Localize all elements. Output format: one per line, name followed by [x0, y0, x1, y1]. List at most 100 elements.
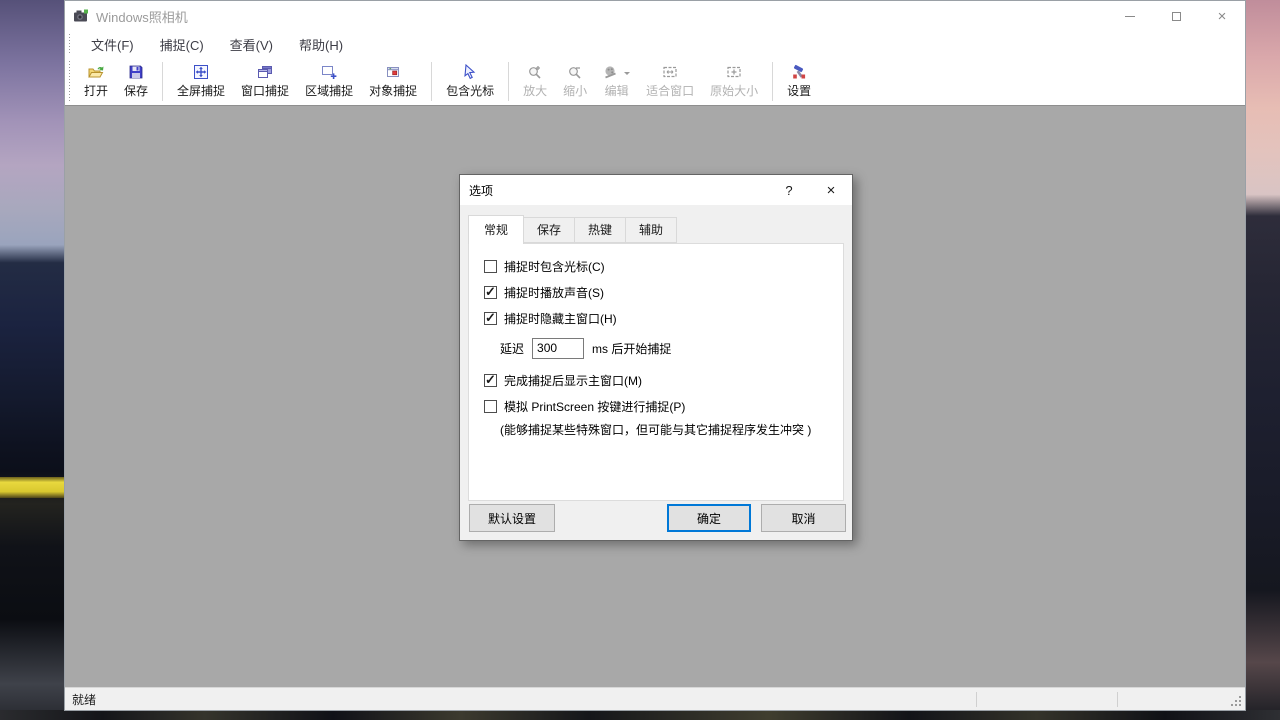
close-icon: × — [827, 182, 836, 199]
toolbar-zoom-out-label: 缩小 — [563, 82, 587, 99]
toolbar-edit-label: 编辑 — [605, 82, 629, 99]
toolbar-zoom-in-button: 放大 — [516, 60, 554, 103]
show-after-checkbox-row[interactable]: 完成捕捉后显示主窗口(M) — [484, 373, 833, 387]
play-sound-checkbox[interactable] — [484, 286, 497, 299]
wallpaper-sunset-band — [0, 477, 66, 498]
toolbar-separator — [772, 62, 773, 101]
dialog-close-button[interactable]: × — [810, 175, 852, 205]
desktop-wallpaper-right — [1245, 0, 1280, 720]
object-capture-icon — [385, 64, 401, 80]
menu-view[interactable]: 查看(V) — [219, 31, 284, 58]
toolbar-fit-window-button: 适合窗口 — [639, 60, 701, 103]
hide-window-label: 捕捉时隐藏主窗口(H) — [504, 310, 617, 327]
toolbar-separator — [162, 62, 163, 101]
simulate-printscreen-checkbox-row[interactable]: 模拟 PrintScreen 按键进行捕捉(P) — [484, 399, 833, 413]
statusbar-divider — [1117, 692, 1118, 707]
window-title: Windows照相机 — [96, 7, 1107, 26]
printscreen-note: (能够捕捉某些特殊窗口，但可能与其它捕捉程序发生冲突 ) — [500, 421, 833, 438]
window-controls: × — [1107, 1, 1245, 31]
window-capture-icon — [257, 64, 273, 80]
toolbar-zoom-in-label: 放大 — [523, 82, 547, 99]
toolbar-edit-button: 编辑 — [596, 60, 637, 103]
dialog-title-bar: 选项 ? × — [460, 175, 852, 205]
toolbar-fullscreen-capture-button[interactable]: 全屏捕捉 — [170, 60, 232, 103]
toolbar-zoom-out-button: 缩小 — [556, 60, 594, 103]
ok-button[interactable]: 确定 — [667, 504, 751, 532]
tab-save[interactable]: 保存 — [523, 217, 575, 243]
toolbar-window-capture-button[interactable]: 窗口捕捉 — [234, 60, 296, 103]
menubar-gripper[interactable] — [68, 34, 72, 55]
dialog-button-row: 默认设置 确定 取消 — [460, 504, 852, 532]
dialog-help-button[interactable]: ? — [768, 175, 810, 205]
tab-assist[interactable]: 辅助 — [625, 217, 677, 243]
hide-window-checkbox-row[interactable]: 捕捉时隐藏主窗口(H) — [484, 311, 833, 325]
toolbar-fullscreen-capture-label: 全屏捕捉 — [177, 82, 225, 99]
tab-general-page: 捕捉时包含光标(C) 捕捉时播放声音(S) 捕捉时隐藏主窗口(H) 延迟 ms … — [468, 243, 844, 501]
help-icon: ? — [785, 183, 792, 198]
toolbar-object-capture-label: 对象捕捉 — [369, 82, 417, 99]
menu-capture[interactable]: 捕捉(C) — [149, 31, 215, 58]
status-bar: 就绪 — [65, 687, 1245, 710]
delay-prefix-label: 延迟 — [500, 340, 524, 357]
camera-app-icon — [73, 8, 89, 24]
hide-window-checkbox[interactable] — [484, 312, 497, 325]
resize-grip[interactable] — [1230, 695, 1243, 708]
status-text: 就绪 — [65, 691, 96, 708]
maximize-icon — [1172, 12, 1181, 21]
toolbar-gripper[interactable] — [68, 61, 72, 102]
menu-file[interactable]: 文件(F) — [80, 31, 145, 58]
simulate-printscreen-label: 模拟 PrintScreen 按键进行捕捉(P) — [504, 398, 685, 415]
include-cursor-checkbox-row[interactable]: 捕捉时包含光标(C) — [484, 259, 833, 273]
toolbar-open-button[interactable]: 打开 — [77, 60, 115, 103]
close-icon: × — [1218, 9, 1227, 24]
toolbar-original-size-button: 原始大小 — [703, 60, 765, 103]
tab-hotkeys[interactable]: 热键 — [574, 217, 626, 243]
toolbar-save-label: 保存 — [124, 82, 148, 99]
toolbar-region-capture-label: 区域捕捉 — [305, 82, 353, 99]
play-sound-checkbox-row[interactable]: 捕捉时播放声音(S) — [484, 285, 833, 299]
delay-suffix-label: ms 后开始捕捉 — [592, 340, 671, 357]
cancel-button[interactable]: 取消 — [761, 504, 846, 532]
toolbar-settings-button[interactable]: 设置 — [780, 60, 818, 103]
folder-open-icon — [88, 64, 104, 80]
options-dialog: 选项 ? × 常规 保存 热键 辅助 捕捉时包含光标(C) 捕捉时播放声音(S)… — [459, 174, 853, 541]
menu-help[interactable]: 帮助(H) — [288, 31, 354, 58]
toolbar-include-cursor-button[interactable]: 包含光标 — [439, 60, 501, 103]
dialog-title: 选项 — [460, 182, 768, 199]
minimize-button[interactable] — [1107, 1, 1153, 31]
toolbar-include-cursor-label: 包含光标 — [446, 82, 494, 99]
statusbar-divider — [976, 692, 977, 707]
toolbar-object-capture-button[interactable]: 对象捕捉 — [362, 60, 424, 103]
zoom-in-icon — [527, 64, 543, 80]
maximize-button[interactable] — [1153, 1, 1199, 31]
default-settings-button[interactable]: 默认设置 — [469, 504, 555, 532]
edit-dropdown-arrow-icon — [624, 72, 630, 78]
show-after-label: 完成捕捉后显示主窗口(M) — [504, 372, 642, 389]
include-cursor-label: 捕捉时包含光标(C) — [504, 258, 605, 275]
delay-row: 延迟 ms 后开始捕捉 — [500, 337, 833, 359]
region-capture-icon — [321, 64, 337, 80]
zoom-out-icon — [567, 64, 583, 80]
original-size-icon — [726, 64, 742, 80]
close-button[interactable]: × — [1199, 1, 1245, 31]
toolbar-open-label: 打开 — [84, 82, 108, 99]
desktop-wallpaper-left — [0, 0, 66, 720]
edit-icon — [603, 64, 619, 80]
show-after-checkbox[interactable] — [484, 374, 497, 387]
include-cursor-checkbox[interactable] — [484, 260, 497, 273]
toolbar-separator — [431, 62, 432, 101]
tab-general[interactable]: 常规 — [468, 215, 524, 244]
cursor-icon — [462, 64, 478, 80]
simulate-printscreen-checkbox[interactable] — [484, 400, 497, 413]
toolbar-region-capture-button[interactable]: 区域捕捉 — [298, 60, 360, 103]
desktop-wallpaper-bottom — [0, 710, 1280, 720]
fullscreen-capture-icon — [193, 64, 209, 80]
title-bar: Windows照相机 × — [65, 1, 1245, 31]
menu-bar: 文件(F) 捕捉(C) 查看(V) 帮助(H) — [65, 31, 1245, 58]
toolbar-fit-window-label: 适合窗口 — [646, 82, 694, 99]
play-sound-label: 捕捉时播放声音(S) — [504, 284, 604, 301]
toolbar-separator — [508, 62, 509, 101]
delay-input[interactable] — [532, 338, 584, 359]
dialog-tabstrip: 常规 保存 热键 辅助 — [468, 214, 844, 243]
toolbar-save-button[interactable]: 保存 — [117, 60, 155, 103]
